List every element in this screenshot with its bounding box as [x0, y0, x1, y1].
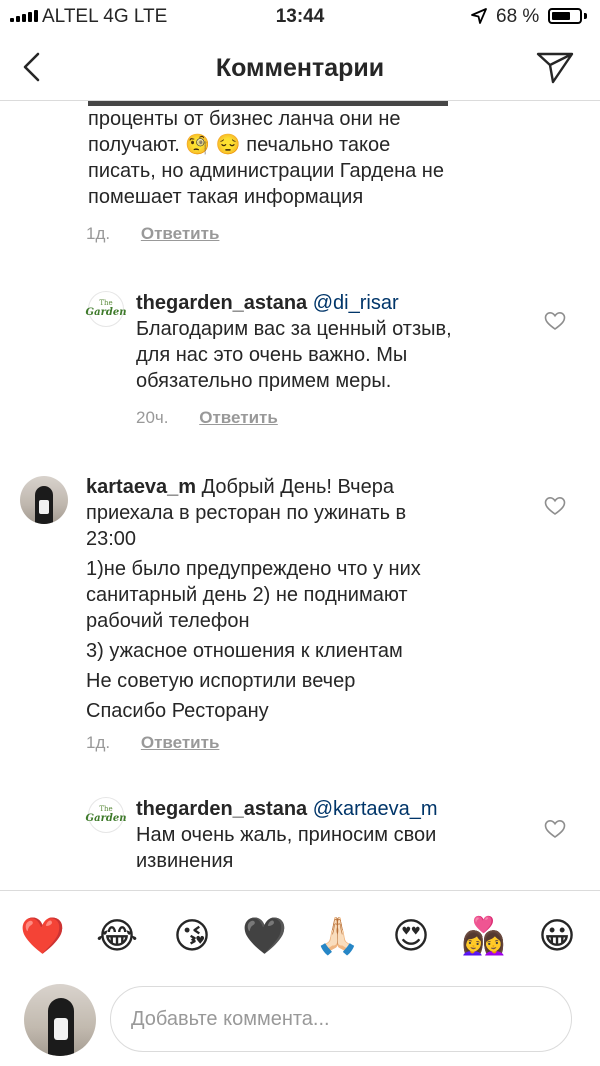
comment-line: Спасибо Ресторану: [86, 700, 269, 722]
comment-body: thegarden_astana @di_risar Благодарим ва…: [136, 290, 536, 394]
emoji-black-heart[interactable]: 🖤: [242, 915, 287, 959]
emoji-pray[interactable]: 🙏🏻: [315, 915, 360, 959]
comment-text: Благодарим вас за ценный отзыв, для нас …: [136, 318, 452, 392]
battery-tip: [584, 13, 587, 19]
reply-button[interactable]: Ответить: [141, 733, 220, 752]
comment-mention[interactable]: @kartaeva_m: [313, 798, 438, 820]
comment-username[interactable]: thegarden_astana: [136, 292, 307, 314]
comment-text: проценты от бизнес ланча они не получают…: [88, 108, 444, 208]
battery-percent: 68 %: [496, 6, 540, 27]
nav-bar: Комментарии: [0, 34, 600, 101]
comment-main: kartaeva_m Добрый День! Вчера приехала в…: [86, 474, 536, 724]
comment-line: 3) ужасное отношения к клиентам: [86, 640, 403, 662]
logo-text-top: The: [99, 299, 113, 307]
battery-icon: [548, 8, 582, 24]
comment-input[interactable]: [110, 986, 572, 1052]
comment-line: Не советую испортили вечер: [86, 670, 356, 692]
emoji-quick-bar: ❤️ 😂 😘 🖤 🙏🏻 😍 👩‍❤️‍👩 😀: [0, 890, 600, 981]
emoji-grin[interactable]: 😀: [535, 915, 579, 959]
emoji-couple[interactable]: 👩‍❤️‍👩: [461, 915, 506, 959]
avatar-figure: [35, 486, 53, 524]
comment-username[interactable]: kartaeva_m: [86, 476, 196, 498]
heart-outline-icon[interactable]: [544, 311, 566, 331]
comment-meta: 20ч. Ответить: [136, 408, 278, 428]
logo-text-bottom: Garden: [85, 307, 127, 318]
reply-button[interactable]: Ответить: [199, 408, 278, 427]
comment-meta: 1д. Ответить: [86, 733, 219, 753]
heart-outline-icon[interactable]: [544, 819, 566, 839]
location-arrow-icon: [471, 8, 487, 24]
avatar-figure: [48, 998, 74, 1056]
heart-outline-icon[interactable]: [544, 496, 566, 516]
comment-body: thegarden_astana @kartaeva_m Нам очень ж…: [136, 796, 536, 874]
comment-time: 20ч.: [136, 408, 169, 427]
comment-line: приехала в ресторан по ужинать в 23:00: [86, 502, 407, 550]
avatar-thegarden[interactable]: The Garden: [85, 797, 127, 833]
page-title: Комментарии: [215, 54, 385, 82]
comment-username[interactable]: thegarden_astana: [136, 798, 307, 820]
comment-mention[interactable]: @di_risar: [313, 292, 399, 314]
comments-list: проценты от бизнес ланча они не получают…: [0, 100, 600, 890]
emoji-laugh[interactable]: 😂: [95, 915, 139, 959]
emoji-heart[interactable]: ❤️: [20, 915, 65, 959]
logo-text-bottom: Garden: [85, 813, 127, 824]
comment-time: 1д.: [86, 733, 111, 752]
comment-line: 1)не было предупреждено что у них санита…: [86, 558, 421, 632]
paper-plane-icon[interactable]: [536, 50, 574, 84]
comment-continued: проценты от бизнес ланча они не получают…: [88, 100, 528, 210]
comment-text: Нам очень жаль, приносим свои извинения: [136, 824, 437, 872]
emoji-kiss[interactable]: 😘: [170, 915, 214, 959]
emoji-heart-eyes[interactable]: 😍: [389, 915, 433, 959]
comment-composer: [0, 980, 600, 1066]
comment-reply: thegarden_astana @kartaeva_m Нам очень ж…: [136, 796, 536, 874]
comment-meta: 1д. Ответить: [86, 224, 219, 244]
status-bar: ALTEL 4G LTE 13:44 68 %: [0, 0, 600, 34]
avatar-current-user: [24, 984, 96, 1056]
logo-text-top: The: [99, 805, 113, 813]
comment-line: Добрый День! Вчера: [201, 476, 394, 498]
avatar-kartaeva[interactable]: [20, 476, 68, 524]
reply-button[interactable]: Ответить: [141, 224, 220, 243]
battery-fill: [552, 12, 570, 20]
avatar-thegarden[interactable]: The Garden: [85, 291, 127, 327]
comment-body: kartaeva_m Добрый День! Вчера: [86, 474, 536, 500]
comment-time: 1д.: [86, 224, 111, 243]
comment-reply: thegarden_astana @di_risar Благодарим ва…: [136, 290, 536, 394]
